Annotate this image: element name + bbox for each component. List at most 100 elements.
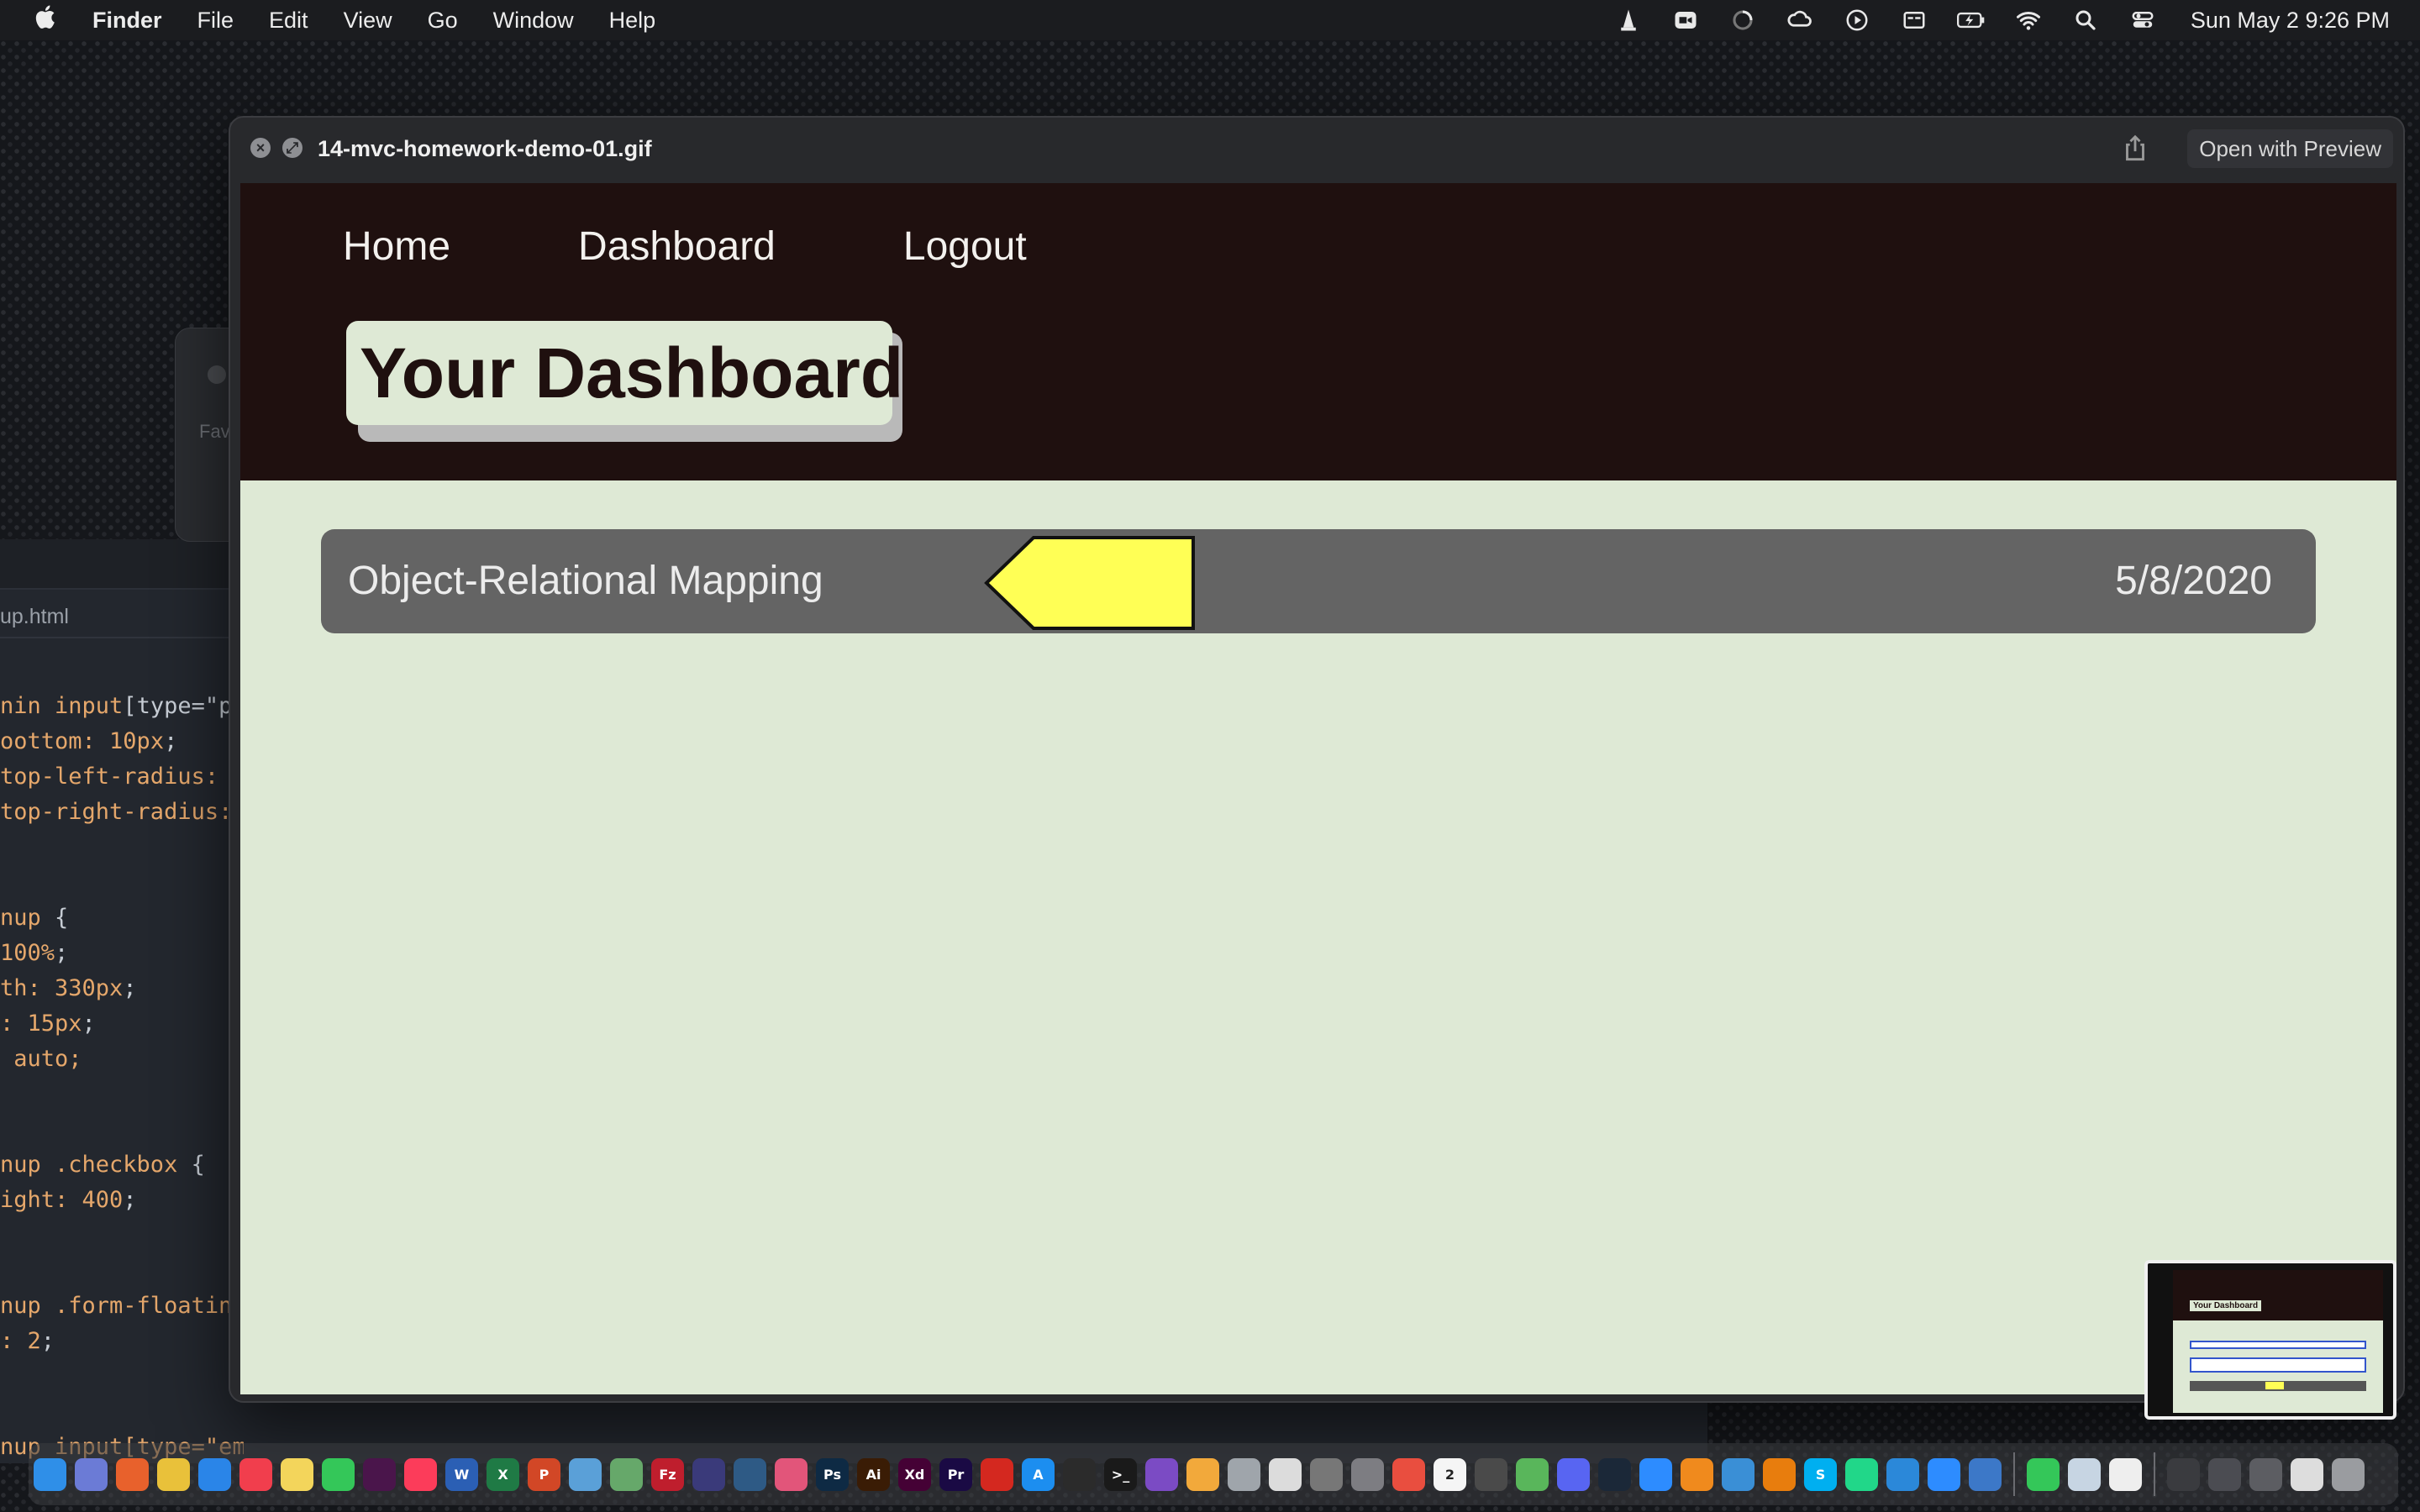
excel-icon[interactable]: X bbox=[487, 1457, 519, 1491]
fullscreen-icon[interactable]: ⤢ bbox=[282, 138, 302, 158]
recent-stack-icon[interactable] bbox=[2291, 1457, 2323, 1491]
share-icon[interactable] bbox=[2119, 133, 2151, 165]
dock-separator bbox=[2013, 1452, 2015, 1496]
premiere-icon[interactable]: Pr bbox=[939, 1457, 972, 1491]
eclipse-icon[interactable] bbox=[692, 1457, 725, 1491]
apple-menu-icon[interactable] bbox=[0, 3, 92, 39]
powerpoint-icon[interactable]: P bbox=[528, 1457, 560, 1491]
thumbnail-textarea bbox=[2190, 1357, 2366, 1373]
code-token: nup .checkbox bbox=[0, 1152, 192, 1178]
display-icon[interactable] bbox=[1900, 8, 1928, 33]
atom-icon[interactable] bbox=[610, 1457, 643, 1491]
code-line: nup .checkbox { bbox=[0, 1147, 244, 1183]
downloads-stack-icon[interactable] bbox=[2249, 1457, 2282, 1491]
cc-icon[interactable] bbox=[775, 1457, 808, 1491]
photoshop-icon[interactable]: Ps bbox=[816, 1457, 849, 1491]
music-icon[interactable] bbox=[404, 1457, 437, 1491]
menu-app-name[interactable]: Finder bbox=[92, 8, 162, 34]
photos-icon[interactable] bbox=[1186, 1457, 1219, 1491]
menu-help[interactable]: Help bbox=[609, 8, 656, 34]
game-icon[interactable] bbox=[1228, 1457, 1260, 1491]
folder-stack-icon[interactable] bbox=[2167, 1457, 2200, 1491]
network-icon[interactable] bbox=[569, 1457, 602, 1491]
nav-link-dashboard[interactable]: Dashboard bbox=[578, 223, 776, 270]
app-store-icon[interactable]: A bbox=[1022, 1457, 1055, 1491]
play-icon[interactable] bbox=[1843, 8, 1871, 33]
illustrator-icon[interactable]: Ai bbox=[857, 1457, 890, 1491]
unity-icon[interactable] bbox=[1269, 1457, 1302, 1491]
screenshot-thumbnail[interactable]: Your Dashboard bbox=[2144, 1260, 2396, 1420]
terminal-icon[interactable]: >_ bbox=[1104, 1457, 1137, 1491]
firefox-icon[interactable] bbox=[116, 1457, 149, 1491]
battery-icon[interactable] bbox=[1956, 8, 1986, 33]
post-title[interactable]: Object-Relational Mapping bbox=[348, 529, 823, 633]
nav-link-home[interactable]: Home bbox=[343, 223, 450, 270]
menu-window[interactable]: Window bbox=[493, 8, 574, 34]
search-icon[interactable] bbox=[2071, 8, 2100, 33]
slack-icon[interactable] bbox=[363, 1457, 396, 1491]
calendar-icon[interactable]: 2 bbox=[1434, 1457, 1466, 1491]
zoom-app-icon[interactable] bbox=[1928, 1457, 1960, 1491]
maps-icon[interactable] bbox=[1516, 1457, 1549, 1491]
screenshot-stack-icon[interactable] bbox=[2208, 1457, 2241, 1491]
preview-icon[interactable] bbox=[2068, 1457, 2101, 1491]
open-with-preview-button[interactable]: Open with Preview bbox=[2187, 129, 2393, 168]
acrobat-icon[interactable] bbox=[981, 1457, 1013, 1491]
creative-cloud-icon[interactable] bbox=[1786, 8, 1814, 33]
zoom-icon[interactable] bbox=[1671, 8, 1700, 33]
window-close-dot[interactable] bbox=[208, 365, 226, 384]
nav-link-logout[interactable]: Logout bbox=[903, 223, 1027, 270]
menu-edit[interactable]: Edit bbox=[269, 8, 308, 34]
word-icon[interactable]: W bbox=[445, 1457, 478, 1491]
zoom-dock-icon[interactable] bbox=[1639, 1457, 1672, 1491]
trash-icon[interactable] bbox=[2332, 1457, 2365, 1491]
wunderlist-icon[interactable] bbox=[1886, 1457, 1919, 1491]
menubar-clock[interactable]: Sun May 2 9:26 PM bbox=[2191, 8, 2390, 34]
system-prefs-icon[interactable] bbox=[1351, 1457, 1384, 1491]
editor-file-tab[interactable]: up.html bbox=[0, 593, 252, 640]
mysql-workbench-icon[interactable] bbox=[734, 1457, 766, 1491]
filezilla-icon[interactable]: Fz bbox=[651, 1457, 684, 1491]
vlc-dock-icon[interactable] bbox=[1681, 1457, 1713, 1491]
steam-icon[interactable] bbox=[1598, 1457, 1631, 1491]
safari-icon[interactable] bbox=[198, 1457, 231, 1491]
pycharm-icon[interactable] bbox=[1845, 1457, 1878, 1491]
vlc-icon[interactable] bbox=[1614, 8, 1643, 33]
app-header: Home Dashboard Logout Your Dashboard bbox=[240, 183, 2396, 480]
chrome-icon[interactable] bbox=[157, 1457, 190, 1491]
code-view[interactable]: nin input[type="p oottom: 10px; top-left-r… bbox=[0, 689, 244, 1465]
notes-icon[interactable] bbox=[281, 1457, 313, 1491]
quicktime-icon[interactable] bbox=[1722, 1457, 1754, 1491]
quicklook-titlebar: × ⤢ 14-mvc-homework-demo-01.gif Open wit… bbox=[230, 118, 2403, 180]
messages-icon[interactable] bbox=[322, 1457, 355, 1491]
close-icon[interactable]: × bbox=[250, 138, 271, 158]
textedit-icon[interactable] bbox=[2109, 1457, 2142, 1491]
blender-icon[interactable] bbox=[1763, 1457, 1796, 1491]
wifi-icon[interactable] bbox=[2014, 8, 2043, 33]
chess-icon[interactable] bbox=[1310, 1457, 1343, 1491]
menu-go[interactable]: Go bbox=[428, 8, 458, 34]
post-card[interactable]: Object-Relational Mapping 5/8/2020 bbox=[321, 529, 2316, 633]
menubar-status-area: Sun May 2 9:26 PM bbox=[1614, 0, 2390, 40]
finder-icon[interactable] bbox=[34, 1457, 66, 1491]
loading-icon[interactable] bbox=[1728, 8, 1757, 33]
menu-file[interactable]: File bbox=[197, 8, 234, 34]
launchpad-icon[interactable] bbox=[75, 1457, 108, 1491]
skype-icon[interactable]: S bbox=[1804, 1457, 1837, 1491]
post-date: 5/8/2020 bbox=[2115, 559, 2272, 603]
discord-icon[interactable] bbox=[1557, 1457, 1590, 1491]
facetime-icon[interactable] bbox=[2027, 1457, 2060, 1491]
visual-studio-icon[interactable] bbox=[1145, 1457, 1178, 1491]
network-util-icon[interactable] bbox=[1969, 1457, 2002, 1491]
news-icon[interactable] bbox=[239, 1457, 272, 1491]
xd-icon[interactable]: Xd bbox=[898, 1457, 931, 1491]
calculator-icon[interactable] bbox=[1475, 1457, 1507, 1491]
code-token: 100% bbox=[0, 940, 55, 966]
reminders-icon[interactable] bbox=[1392, 1457, 1425, 1491]
control-center-icon[interactable] bbox=[2128, 8, 2157, 33]
code-token: : bbox=[0, 1011, 28, 1037]
activity-monitor-icon[interactable] bbox=[1063, 1457, 1096, 1491]
menu-view[interactable]: View bbox=[344, 8, 392, 34]
